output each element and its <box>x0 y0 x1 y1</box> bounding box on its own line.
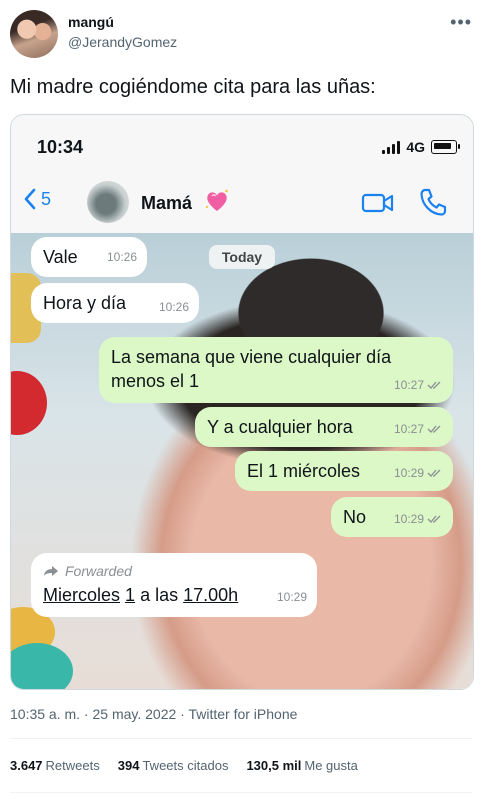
contact-name[interactable]: Mamá <box>141 193 192 214</box>
divider <box>10 792 472 793</box>
message-time: 10:27 <box>393 422 424 436</box>
message-text: Miercoles 1 a las 17.00h <box>43 583 305 607</box>
double-check-icon <box>427 381 441 389</box>
message-time: 10:26 <box>158 300 189 314</box>
sparkling-heart-icon <box>205 189 228 211</box>
message-time: 10:29 <box>276 590 307 604</box>
signal-icon <box>382 140 401 154</box>
double-check-icon <box>427 425 441 433</box>
video-call-icon[interactable] <box>361 191 395 215</box>
likes-stat[interactable]: 130,5 mil Me gusta <box>246 758 357 773</box>
message-text: Y a cualquier hora <box>207 417 353 437</box>
message-bubble[interactable]: Y a cualquier hora 10:27 <box>195 407 453 447</box>
forwarded-message-bubble[interactable]: Forwarded Miercoles 1 a las 17.00h 10:29 <box>31 553 317 617</box>
phone-status-bar: 10:34 4G <box>11 115 473 173</box>
message-text-part: a las <box>140 585 179 605</box>
tweet-text: Mi madre cogiéndome cita para las uñas: <box>10 76 376 98</box>
message-bubble[interactable]: No 10:29 <box>331 497 453 537</box>
avatar[interactable] <box>10 10 58 58</box>
message-time: 10:27 <box>393 378 424 392</box>
divider <box>10 738 472 739</box>
linked-time[interactable]: 17.00h <box>183 585 238 605</box>
background-toy <box>11 371 47 435</box>
linked-date[interactable]: 1 <box>125 585 135 605</box>
chat-area[interactable]: Today Vale 10:26 Hora y día 10:26 La sem… <box>11 233 473 689</box>
message-text: Vale <box>43 247 78 267</box>
message-time: 10:29 <box>393 466 424 480</box>
message-text: El 1 miércoles <box>247 461 361 481</box>
battery-icon <box>431 140 460 154</box>
double-check-icon <box>427 515 441 523</box>
tweet-header: mangú @JerandyGomez ••• <box>10 8 472 62</box>
attached-image[interactable]: 10:34 4G 5 Mamá Today Vale 10:26 Hora y … <box>10 114 474 690</box>
message-bubble[interactable]: Vale 10:26 <box>31 237 147 277</box>
message-time: 10:26 <box>106 250 137 264</box>
message-text: La semana que viene cualquier día menos … <box>111 347 392 391</box>
message-bubble[interactable]: Hora y día 10:26 <box>31 283 199 323</box>
status-time: 10:34 <box>37 137 84 157</box>
message-bubble[interactable]: La semana que viene cualquier día menos … <box>99 337 453 403</box>
more-options-icon[interactable]: ••• <box>450 12 472 33</box>
forward-arrow-icon <box>44 566 58 576</box>
chat-header: 5 Mamá <box>11 173 473 234</box>
author-name[interactable]: mangú <box>68 14 114 30</box>
contact-avatar[interactable] <box>87 181 129 223</box>
author-handle[interactable]: @JerandyGomez <box>68 34 177 50</box>
retweets-stat[interactable]: 3.647 Retweets <box>10 758 100 773</box>
quotes-stat[interactable]: 394 Tweets citados <box>118 758 229 773</box>
message-time: 10:29 <box>393 512 424 526</box>
unread-count: 5 <box>41 188 52 209</box>
phone-call-icon[interactable] <box>419 187 447 217</box>
double-check-icon <box>427 469 441 477</box>
background-toy <box>11 643 73 689</box>
linked-date[interactable]: Miercoles <box>43 585 120 605</box>
message-text: No <box>343 507 367 527</box>
network-type: 4G <box>406 139 425 155</box>
back-button[interactable]: 5 <box>23 187 51 211</box>
tweet-timestamp[interactable]: 10:35 a. m. · 25 may. 2022 · Twitter for… <box>10 706 297 722</box>
status-indicators: 4G <box>382 139 460 155</box>
date-chip: Today <box>209 245 275 269</box>
message-text: Hora y día <box>43 293 127 313</box>
chevron-left-icon <box>24 188 36 210</box>
tweet-stats: 3.647 Retweets 394 Tweets citados 130,5 mi… <box>10 758 358 773</box>
message-bubble[interactable]: El 1 miércoles 10:29 <box>235 451 453 491</box>
forwarded-label: Forwarded <box>43 559 305 583</box>
